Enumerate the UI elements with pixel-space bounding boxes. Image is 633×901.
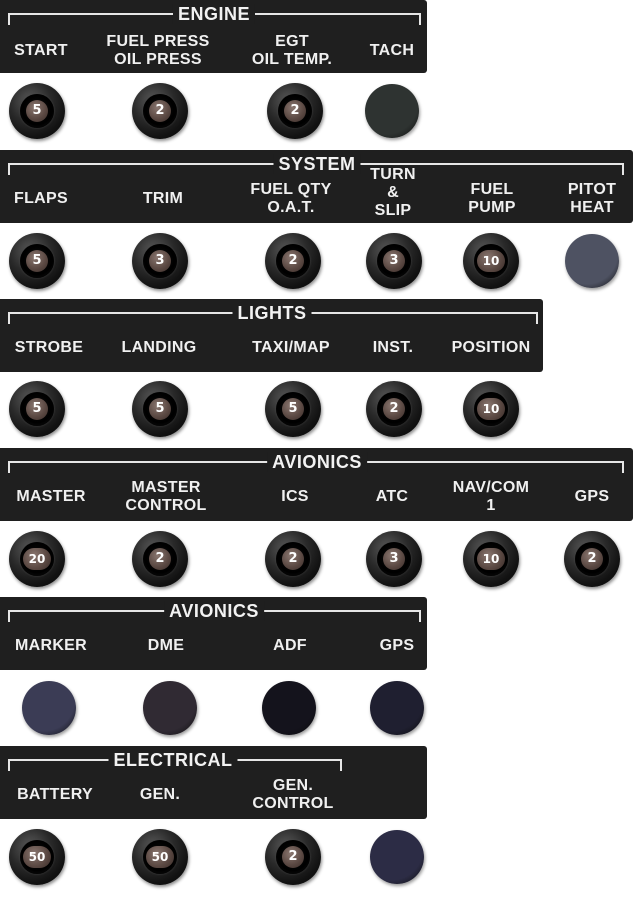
label-battery: BATTERY bbox=[17, 786, 93, 803]
breaker-avionics-master[interactable]: 20 bbox=[9, 531, 65, 587]
label-dme: DME bbox=[147, 637, 185, 654]
breaker-egt-oil-temp[interactable]: 2 bbox=[267, 83, 323, 139]
breaker-master-control[interactable]: 2 bbox=[132, 531, 188, 587]
label-gen-control: GEN. CONTROL bbox=[252, 777, 334, 812]
breaker-rating: 2 bbox=[383, 398, 405, 420]
engine-title: ENGINE bbox=[172, 4, 256, 24]
label-atc: ATC bbox=[375, 488, 409, 505]
label-pitot-heat: PITOT HEAT bbox=[567, 181, 617, 216]
label-position: POSITION bbox=[451, 339, 531, 356]
breaker-rating: 50 bbox=[23, 846, 51, 868]
breaker-nav-com-1[interactable]: 10 bbox=[463, 531, 519, 587]
label-egt-oil-temp: EGT OIL TEMP. bbox=[251, 33, 333, 68]
breaker-rating: 2 bbox=[284, 100, 306, 122]
electrical-title: ELECTRICAL bbox=[108, 750, 238, 770]
breaker-strobe[interactable]: 5 bbox=[9, 381, 65, 437]
label-nav-com-1: NAV/COM 1 bbox=[452, 479, 530, 514]
label-master-control: MASTER CONTROL bbox=[125, 479, 207, 514]
label-turn-slip: TURN & SLIP bbox=[370, 166, 416, 219]
breaker-landing[interactable]: 5 bbox=[132, 381, 188, 437]
breaker-rating: 10 bbox=[477, 250, 505, 272]
breaker-fuel-qty-oat[interactable]: 2 bbox=[265, 233, 321, 289]
breaker-rating: 2 bbox=[581, 548, 603, 570]
switch-tach[interactable] bbox=[365, 84, 419, 138]
breaker-rating: 5 bbox=[26, 250, 48, 272]
lights-title: LIGHTS bbox=[232, 303, 312, 323]
breaker-gen[interactable]: 50 bbox=[132, 829, 188, 885]
breaker-fuel-press-oil-press[interactable]: 2 bbox=[132, 83, 188, 139]
electrical-panel: ELECTRICAL BATTERY GEN. GEN. CONTROL bbox=[0, 746, 427, 819]
breaker-rating: 2 bbox=[149, 548, 171, 570]
lights-panel: LIGHTS STROBE LANDING TAXI/MAP INST. POS… bbox=[0, 299, 543, 372]
label-gps-2: GPS bbox=[379, 637, 415, 654]
breaker-position[interactable]: 10 bbox=[463, 381, 519, 437]
switch-adf[interactable] bbox=[262, 681, 316, 735]
label-fuel-qty-oat: FUEL QTY O.A.T. bbox=[250, 181, 332, 216]
breaker-flaps[interactable]: 5 bbox=[9, 233, 65, 289]
label-flaps: FLAPS bbox=[14, 190, 68, 207]
avionics-title: AVIONICS bbox=[267, 452, 367, 472]
breaker-rating: 5 bbox=[26, 398, 48, 420]
breaker-fuel-pump[interactable]: 10 bbox=[463, 233, 519, 289]
label-fuel-pump: FUEL PUMP bbox=[468, 181, 516, 216]
label-landing: LANDING bbox=[121, 339, 197, 356]
breaker-inst[interactable]: 2 bbox=[366, 381, 422, 437]
label-strobe: STROBE bbox=[14, 339, 84, 356]
breaker-rating: 3 bbox=[149, 250, 171, 272]
breaker-rating: 5 bbox=[149, 398, 171, 420]
label-master: MASTER bbox=[16, 488, 86, 505]
label-marker: MARKER bbox=[14, 637, 88, 654]
breaker-gps[interactable]: 2 bbox=[564, 531, 620, 587]
breaker-rating: 2 bbox=[149, 100, 171, 122]
label-start: START bbox=[14, 42, 68, 59]
switch-marker[interactable] bbox=[22, 681, 76, 735]
breaker-trim[interactable]: 3 bbox=[132, 233, 188, 289]
breaker-rating: 2 bbox=[282, 548, 304, 570]
switch-electrical[interactable] bbox=[370, 830, 424, 884]
breaker-rating: 3 bbox=[383, 548, 405, 570]
system-panel: SYSTEM FLAPS TRIM FUEL QTY O.A.T. TURN &… bbox=[0, 150, 633, 223]
breaker-rating: 3 bbox=[383, 250, 405, 272]
label-ics: ICS bbox=[281, 488, 309, 505]
label-taxi-map: TAXI/MAP bbox=[252, 339, 330, 356]
breaker-taxi-map[interactable]: 5 bbox=[265, 381, 321, 437]
breaker-rating: 50 bbox=[146, 846, 174, 868]
breaker-rating: 10 bbox=[477, 548, 505, 570]
breaker-rating: 5 bbox=[282, 398, 304, 420]
avionics-switch-title: AVIONICS bbox=[164, 601, 264, 621]
avionics-switch-panel: AVIONICS MARKER DME ADF GPS bbox=[0, 597, 427, 670]
breaker-turn-slip[interactable]: 3 bbox=[366, 233, 422, 289]
avionics-panel: AVIONICS MASTER MASTER CONTROL ICS ATC N… bbox=[0, 448, 633, 521]
label-gps: GPS bbox=[574, 488, 610, 505]
label-gen: GEN. bbox=[139, 786, 181, 803]
label-fuel-press-oil-press: FUEL PRESS OIL PRESS bbox=[106, 33, 210, 68]
label-inst: INST. bbox=[372, 339, 414, 356]
breaker-ics[interactable]: 2 bbox=[265, 531, 321, 587]
breaker-start[interactable]: 5 bbox=[9, 83, 65, 139]
breaker-gen-control[interactable]: 2 bbox=[265, 829, 321, 885]
breaker-rating: 5 bbox=[26, 100, 48, 122]
switch-gps[interactable] bbox=[370, 681, 424, 735]
system-title: SYSTEM bbox=[273, 154, 361, 174]
breaker-rating: 2 bbox=[282, 846, 304, 868]
breaker-battery[interactable]: 50 bbox=[9, 829, 65, 885]
switch-dme[interactable] bbox=[143, 681, 197, 735]
label-tach: TACH bbox=[369, 42, 415, 59]
label-trim: TRIM bbox=[142, 190, 184, 207]
breaker-rating: 10 bbox=[477, 398, 505, 420]
breaker-rating: 2 bbox=[282, 250, 304, 272]
label-adf: ADF bbox=[273, 637, 307, 654]
breaker-atc[interactable]: 3 bbox=[366, 531, 422, 587]
breaker-rating: 20 bbox=[23, 548, 51, 570]
switch-pitot-heat[interactable] bbox=[565, 234, 619, 288]
engine-panel: ENGINE START FUEL PRESS OIL PRESS EGT OI… bbox=[0, 0, 427, 73]
